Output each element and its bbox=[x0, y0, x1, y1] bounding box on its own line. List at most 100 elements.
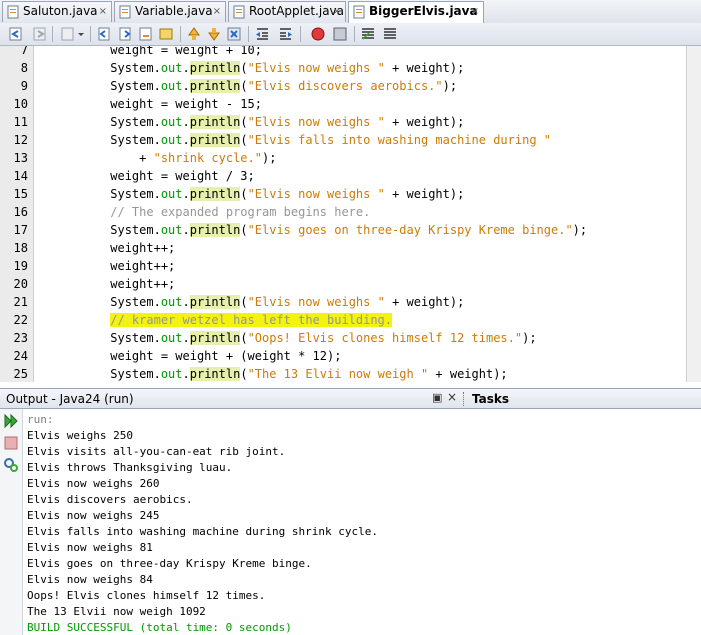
tasks-tab[interactable]: Tasks bbox=[472, 392, 509, 406]
code-token: . bbox=[182, 61, 190, 75]
editor-toolbar bbox=[0, 23, 701, 46]
code-line: System.out.println("Elvis now weighs " +… bbox=[38, 295, 464, 309]
output-tab[interactable]: Output - Java24 (run) bbox=[6, 392, 134, 406]
editor-scrollbar[interactable] bbox=[686, 46, 701, 382]
code-token: ); bbox=[522, 331, 537, 345]
close-tab-icon[interactable]: × bbox=[99, 2, 107, 21]
code-token: "shrink cycle." bbox=[153, 151, 262, 165]
code-token: + bbox=[110, 151, 154, 165]
code-token: out bbox=[160, 331, 183, 345]
code-token: println bbox=[189, 115, 241, 129]
code-token: weight = weight + (weight * 12); bbox=[110, 349, 342, 363]
code-token: "Oops! Elvis clones himself 12 times." bbox=[247, 331, 523, 345]
code-token: . bbox=[182, 187, 190, 201]
code-token: "Elvis now weighs " bbox=[247, 115, 385, 129]
java-file-icon bbox=[233, 5, 245, 19]
code-token: + weight); bbox=[384, 187, 465, 201]
start-macro-icon[interactable] bbox=[310, 26, 326, 42]
output-line: Elvis now weighs 260 bbox=[27, 477, 160, 490]
code-editor[interactable]: 7 weight = weight + 10; 8 System.out.prin… bbox=[0, 46, 701, 382]
shift-left-icon[interactable] bbox=[254, 26, 270, 42]
close-tab-icon[interactable]: × bbox=[471, 2, 479, 21]
code-token: ); bbox=[261, 151, 277, 165]
code-token: weight = weight - 15; bbox=[110, 97, 262, 111]
code-token: System. bbox=[110, 133, 161, 147]
stop-macro-icon[interactable] bbox=[332, 26, 348, 42]
next-error-icon[interactable] bbox=[226, 26, 242, 42]
code-token: ); bbox=[572, 223, 588, 237]
code-token: out bbox=[160, 367, 183, 381]
tab-label: Variable.java bbox=[135, 4, 213, 18]
code-line: + "shrink cycle."); bbox=[38, 151, 276, 165]
code-token: System. bbox=[110, 331, 161, 345]
back-icon[interactable] bbox=[8, 26, 24, 42]
settings-icon[interactable] bbox=[3, 457, 19, 473]
minimize-window-icon[interactable]: ▣ bbox=[432, 391, 442, 404]
find-selection-icon[interactable] bbox=[138, 26, 154, 42]
line-number: 12 bbox=[13, 133, 28, 147]
prev-bookmark-icon[interactable] bbox=[186, 26, 202, 42]
panel-splitter[interactable] bbox=[463, 392, 466, 406]
code-line: weight = weight - 15; bbox=[38, 97, 262, 111]
uncomment-icon[interactable] bbox=[382, 26, 398, 42]
find-prev-icon[interactable] bbox=[96, 26, 112, 42]
tab-label: Saluton.java bbox=[23, 4, 98, 18]
toggle-bookmark-icon[interactable] bbox=[158, 26, 174, 42]
code-token: ( bbox=[240, 187, 248, 201]
line-number: 15 bbox=[13, 187, 28, 201]
stop-icon[interactable] bbox=[3, 435, 19, 451]
tab-biggerelvis[interactable]: BiggerElvis.java × bbox=[348, 1, 484, 24]
close-tab-icon[interactable]: × bbox=[333, 2, 341, 21]
code-token: out bbox=[160, 187, 183, 201]
code-token: weight = weight / 3; bbox=[110, 169, 255, 183]
code-token: out bbox=[160, 133, 183, 147]
code-token: ( bbox=[240, 133, 248, 147]
toolbar-separator bbox=[300, 26, 301, 42]
java-file-icon bbox=[353, 5, 365, 19]
code-token: weight++; bbox=[110, 259, 176, 273]
code-token: weight = weight + 10; bbox=[110, 46, 262, 57]
chevron-down-icon[interactable] bbox=[76, 26, 86, 42]
line-number: 14 bbox=[13, 169, 28, 183]
code-token: // kramer wetzel has left the building. bbox=[110, 313, 393, 327]
forward-icon[interactable] bbox=[32, 26, 48, 42]
rerun-icon[interactable] bbox=[3, 413, 19, 429]
code-line: System.out.println("Elvis falls into was… bbox=[38, 133, 551, 147]
code-token: ( bbox=[240, 79, 248, 93]
line-number: 7 bbox=[20, 46, 28, 57]
output-line: Elvis goes on three-day Krispy Kreme bin… bbox=[27, 557, 312, 570]
toolbar-separator bbox=[180, 26, 181, 42]
line-number: 16 bbox=[13, 205, 28, 219]
line-number: 11 bbox=[13, 115, 28, 129]
find-next-icon[interactable] bbox=[118, 26, 134, 42]
code-line: weight++; bbox=[38, 259, 175, 273]
output-line: BUILD SUCCESSFUL (total time: 0 seconds) bbox=[27, 621, 292, 634]
code-line: System.out.println("The 13 Elvii now wei… bbox=[38, 367, 508, 381]
code-token: "Elvis discovers aerobics." bbox=[247, 79, 443, 93]
code-token: . bbox=[182, 79, 190, 93]
code-token: + weight); bbox=[428, 367, 508, 381]
line-number: 9 bbox=[20, 79, 28, 93]
code-token: ( bbox=[240, 331, 248, 345]
shift-right-icon[interactable] bbox=[278, 26, 294, 42]
close-tab-icon[interactable]: × bbox=[213, 2, 221, 21]
code-token: System. bbox=[110, 223, 161, 237]
tab-label: RootApplet.java bbox=[249, 4, 345, 18]
line-number: 18 bbox=[13, 241, 28, 255]
output-line: Oops! Elvis clones himself 12 times. bbox=[27, 589, 266, 602]
code-token: + weight); bbox=[384, 295, 465, 309]
tab-rootapplet[interactable]: RootApplet.java × bbox=[228, 1, 346, 22]
tab-saluton[interactable]: Saluton.java × bbox=[2, 1, 112, 22]
code-token: + weight); bbox=[384, 115, 465, 129]
next-bookmark-icon[interactable] bbox=[206, 26, 222, 42]
code-token: "Elvis goes on three-day Krispy Kreme bi… bbox=[247, 223, 573, 237]
code-token: out bbox=[160, 61, 183, 75]
code-token: "Elvis now weighs " bbox=[247, 61, 385, 75]
line-number: 24 bbox=[13, 349, 28, 363]
line-number: 22 bbox=[13, 313, 28, 327]
comment-icon[interactable] bbox=[360, 26, 376, 42]
toggle-highlight-icon[interactable] bbox=[60, 26, 76, 42]
close-window-icon[interactable]: × bbox=[447, 390, 457, 404]
code-token: . bbox=[182, 223, 190, 237]
tab-variable[interactable]: Variable.java × bbox=[114, 1, 226, 22]
